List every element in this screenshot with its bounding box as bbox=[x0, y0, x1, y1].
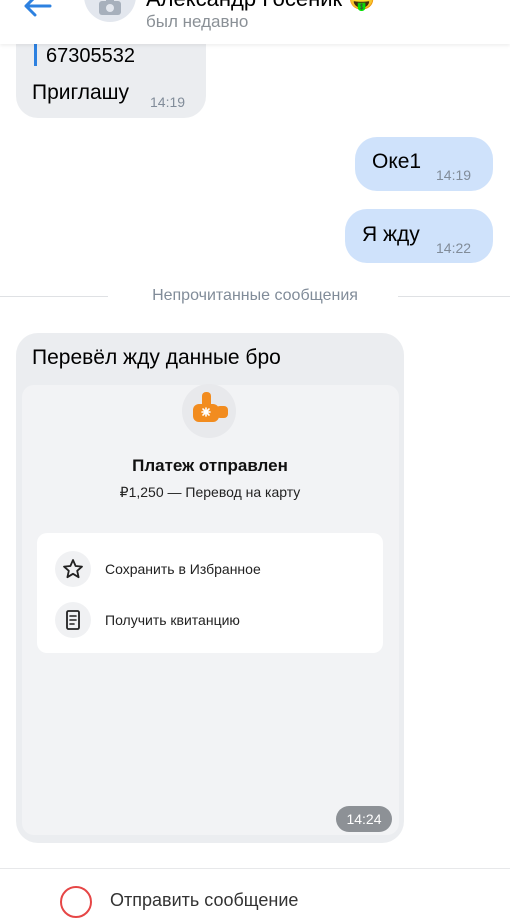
avatar[interactable] bbox=[84, 0, 136, 22]
alert-icon[interactable] bbox=[60, 886, 92, 918]
payment-amount: ₽1,250 — Перевод на карту bbox=[119, 484, 301, 500]
contact-name[interactable]: Александр Госеник 🤑 bbox=[146, 0, 376, 12]
get-receipt-button[interactable]: Получить квитанцию bbox=[105, 612, 240, 628]
save-favorites-button[interactable]: Сохранить в Избранное bbox=[105, 561, 261, 577]
quote-bar bbox=[34, 44, 37, 66]
bottom-bar-text[interactable]: Отправить сообщение bbox=[110, 890, 298, 911]
divider-line bbox=[398, 296, 510, 297]
quoted-text: 67305532 bbox=[46, 45, 135, 67]
message-time: 14:19 bbox=[150, 94, 186, 110]
message-time: 14:19 bbox=[436, 167, 472, 183]
message-text: Я жду bbox=[362, 223, 420, 246]
message-text: Оке1 bbox=[372, 150, 422, 173]
chat-header: Александр Госеник 🤑 был недавно bbox=[0, 0, 510, 44]
message-text: Приглашу bbox=[32, 81, 129, 104]
contact-status: был недавно bbox=[146, 12, 249, 31]
message-time: 14:24 bbox=[336, 806, 392, 832]
receipt-icon bbox=[55, 602, 91, 638]
payment-status-title: Платеж отправлен bbox=[132, 456, 288, 475]
back-arrow-icon[interactable] bbox=[20, 0, 56, 24]
divider-line bbox=[0, 868, 510, 869]
message-text: Перевёл жду данные бро bbox=[32, 346, 281, 369]
thumbs-up-icon bbox=[182, 384, 236, 438]
camera-icon bbox=[99, 0, 121, 15]
star-icon bbox=[55, 551, 91, 587]
message-time: 14:22 bbox=[436, 240, 472, 256]
